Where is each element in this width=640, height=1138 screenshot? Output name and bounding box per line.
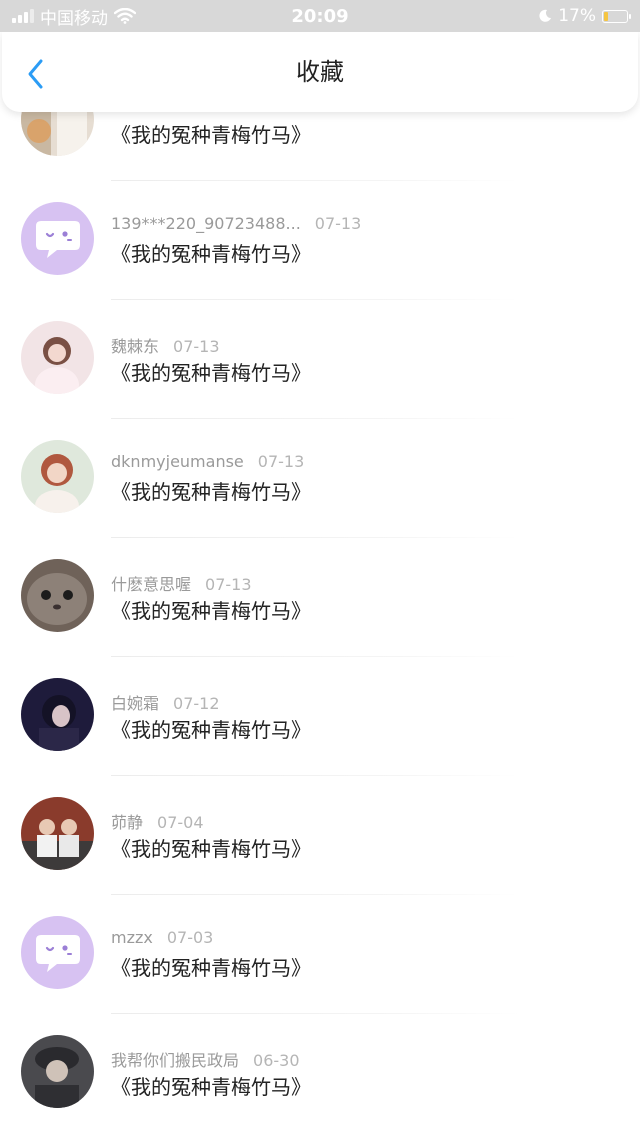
chevron-left-icon bbox=[28, 59, 43, 89]
battery-icon bbox=[602, 9, 631, 23]
item-meta: 魏棘东 07-13 bbox=[111, 333, 220, 357]
carrier-label: 中国移动 bbox=[40, 8, 108, 29]
item-meta: 茆静 07-04 bbox=[111, 809, 204, 833]
status-bar: 中国移动 20:09 17% bbox=[0, 0, 640, 32]
moon-icon bbox=[539, 9, 552, 22]
avatar bbox=[21, 321, 94, 394]
item-title: 《我的冤种青梅竹马》 bbox=[111, 956, 311, 980]
avatar bbox=[21, 797, 94, 870]
item-title: 《我的冤种青梅竹马》 bbox=[111, 718, 311, 742]
item-author: 茆静 bbox=[111, 813, 144, 832]
item-title: 《我的冤种青梅竹马》 bbox=[111, 361, 311, 385]
item-date: 07-13 bbox=[173, 337, 220, 356]
item-title: 《我的冤种青梅竹马》 bbox=[111, 242, 311, 266]
list-item[interactable]: 139***220_90723488... 07-13 《我的冤种青梅竹马》 bbox=[0, 181, 640, 300]
item-date: 07-03 bbox=[166, 928, 214, 947]
page-title: 收藏 bbox=[296, 58, 344, 86]
item-meta: mzzx 07-03 bbox=[111, 928, 213, 947]
chat-bubble-icon bbox=[35, 934, 80, 972]
wifi-icon bbox=[114, 8, 136, 24]
list-item[interactable]: 白婉霜 07-12 《我的冤种青梅竹马》 bbox=[0, 657, 640, 776]
item-date: 07-13 bbox=[257, 452, 305, 471]
avatar bbox=[21, 916, 94, 989]
avatar bbox=[21, 202, 94, 275]
item-author: dknmyjeumanse bbox=[111, 452, 244, 471]
list-item[interactable]: 什麽意思喔 07-13 《我的冤种青梅竹马》 bbox=[0, 538, 640, 657]
item-meta: dknmyjeumanse 07-13 bbox=[111, 452, 304, 471]
item-title: 《我的冤种青梅竹马》 bbox=[111, 480, 311, 504]
item-author: 魏棘东 bbox=[111, 337, 160, 356]
item-author: 什麽意思喔 bbox=[111, 575, 192, 594]
item-author: 白婉霜 bbox=[111, 694, 160, 713]
item-author: 我帮你们搬民政局 bbox=[111, 1051, 240, 1070]
favorites-list: 《我的冤种青梅竹马》 139***220_90723488... 07-13 《我… bbox=[0, 62, 640, 1138]
item-title: 《我的冤种青梅竹马》 bbox=[111, 123, 311, 147]
avatar bbox=[21, 440, 94, 513]
avatar bbox=[21, 1035, 94, 1108]
avatar bbox=[21, 678, 94, 751]
item-meta: 139***220_90723488... 07-13 bbox=[111, 214, 361, 233]
item-meta: 什麽意思喔 07-13 bbox=[111, 571, 252, 595]
item-date: 07-13 bbox=[205, 575, 252, 594]
item-date: 06-30 bbox=[253, 1051, 300, 1070]
item-meta: 我帮你们搬民政局 06-30 bbox=[111, 1047, 300, 1071]
avatar bbox=[21, 559, 94, 632]
list-item[interactable]: 茆静 07-04 《我的冤种青梅竹马》 bbox=[0, 776, 640, 895]
item-title: 《我的冤种青梅竹马》 bbox=[111, 599, 311, 623]
signal-icon bbox=[12, 9, 34, 23]
item-date: 07-04 bbox=[157, 813, 204, 832]
item-title: 《我的冤种青梅竹马》 bbox=[111, 837, 311, 861]
item-author: mzzx bbox=[111, 928, 153, 947]
list-item[interactable]: 我帮你们搬民政局 06-30 《我的冤种青梅竹马》 bbox=[0, 1014, 640, 1133]
list-item[interactable]: mzzx 07-03 《我的冤种青梅竹马》 bbox=[0, 895, 640, 1014]
item-author: 139***220_90723488... bbox=[111, 214, 301, 233]
list-item[interactable]: 魏棘东 07-13 《我的冤种青梅竹马》 bbox=[0, 300, 640, 419]
item-title: 《我的冤种青梅竹马》 bbox=[111, 1075, 311, 1099]
item-meta: 白婉霜 07-12 bbox=[111, 690, 220, 714]
item-date: 07-13 bbox=[314, 214, 362, 233]
battery-percent: 17% bbox=[558, 6, 596, 26]
nav-header: 收藏 bbox=[2, 32, 638, 112]
item-date: 07-12 bbox=[173, 694, 220, 713]
back-button[interactable] bbox=[16, 54, 56, 94]
list-item[interactable]: dknmyjeumanse 07-13 《我的冤种青梅竹马》 bbox=[0, 419, 640, 538]
chat-bubble-icon bbox=[35, 220, 80, 258]
